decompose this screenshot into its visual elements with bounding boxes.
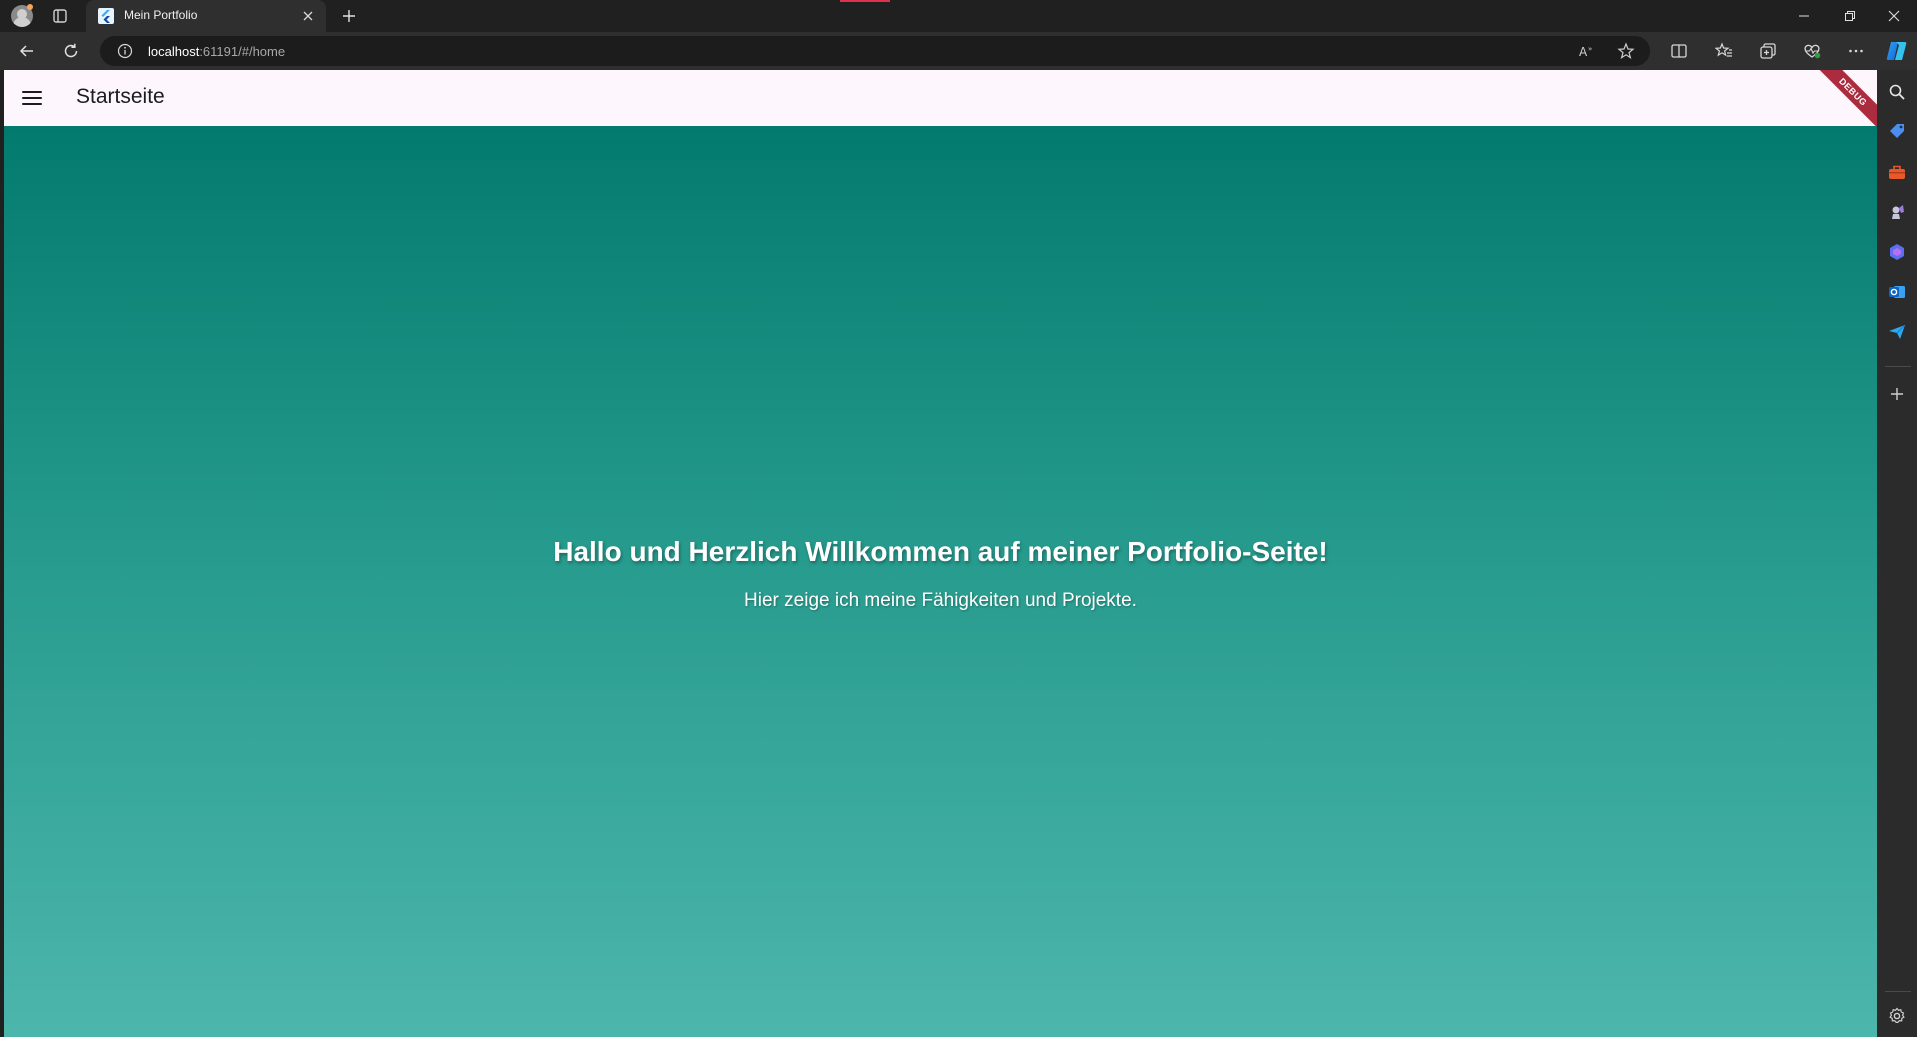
split-screen-icon[interactable]: [1670, 42, 1688, 60]
hamburger-menu-icon[interactable]: [20, 86, 44, 110]
new-tab-icon[interactable]: [340, 7, 358, 25]
browser-tab-active[interactable]: Mein Portfolio: [86, 0, 326, 32]
browser-tab-bar: Mein Portfolio: [0, 0, 1917, 32]
address-bar[interactable]: localhost:61191/#/home A »: [100, 36, 1650, 66]
url-path: :61191/#/home: [199, 44, 286, 59]
sidebar-divider: [1885, 366, 1911, 367]
minimize-button[interactable]: [1781, 0, 1827, 32]
close-tab-icon[interactable]: [300, 8, 316, 24]
page-title: Startseite: [76, 85, 165, 108]
site-info-icon[interactable]: [117, 43, 133, 59]
debug-banner: DEBUG: [1811, 70, 1877, 134]
tag-icon[interactable]: [1887, 122, 1907, 142]
restore-icon: [1845, 11, 1855, 21]
hero-title: Hallo und Herzlich Willkommen auf meiner…: [553, 535, 1328, 567]
more-icon[interactable]: [1847, 42, 1865, 60]
copilot-icon[interactable]: [1885, 39, 1909, 63]
heart-pulse-icon[interactable]: [1803, 42, 1821, 60]
url-host: localhost: [148, 44, 200, 59]
collections-icon[interactable]: [1759, 42, 1777, 60]
app-bar: Startseite DEBUG: [4, 70, 1877, 134]
profile-notification-dot: [27, 4, 33, 10]
tab-actions-icon[interactable]: [52, 8, 68, 24]
hero-section: Hallo und Herzlich Willkommen auf meiner…: [4, 126, 1877, 1037]
plus-icon[interactable]: [1887, 384, 1907, 404]
hero-subtitle: Hier zeige ich meine Fähigkeiten und Pro…: [744, 589, 1137, 611]
close-window-button[interactable]: [1871, 0, 1917, 32]
sidebar-divider-bottom: [1885, 991, 1911, 992]
search-icon[interactable]: [1887, 82, 1907, 102]
settings-icon[interactable]: [1887, 1006, 1907, 1026]
svg-text:A: A: [1579, 45, 1588, 59]
star-icon[interactable]: [1617, 42, 1635, 60]
recording-indicator: [840, 0, 890, 2]
favorites-icon[interactable]: [1715, 42, 1733, 60]
page-viewport: Startseite DEBUG Hallo und Herzlich Will…: [4, 70, 1877, 1037]
toolbox-icon[interactable]: [1887, 162, 1907, 182]
edge-sidebar: [1877, 70, 1917, 1037]
browser-toolbar: localhost:61191/#/home A »: [0, 32, 1917, 70]
minimize-icon: [1799, 15, 1809, 17]
flutter-icon: [98, 8, 114, 24]
read-aloud-icon[interactable]: A »: [1578, 43, 1596, 59]
send-icon[interactable]: [1887, 322, 1907, 342]
url-text: localhost:61191/#/home: [148, 44, 285, 59]
outlook-icon[interactable]: [1887, 282, 1907, 302]
close-icon: [1888, 10, 1900, 22]
reload-icon[interactable]: [62, 42, 80, 60]
chess-icon[interactable]: [1887, 202, 1907, 222]
back-icon[interactable]: [18, 42, 36, 60]
microsoft365-icon[interactable]: [1887, 242, 1907, 262]
restore-button[interactable]: [1827, 0, 1873, 32]
svg-text:»: »: [1588, 45, 1592, 53]
tab-title: Mein Portfolio: [124, 8, 198, 22]
